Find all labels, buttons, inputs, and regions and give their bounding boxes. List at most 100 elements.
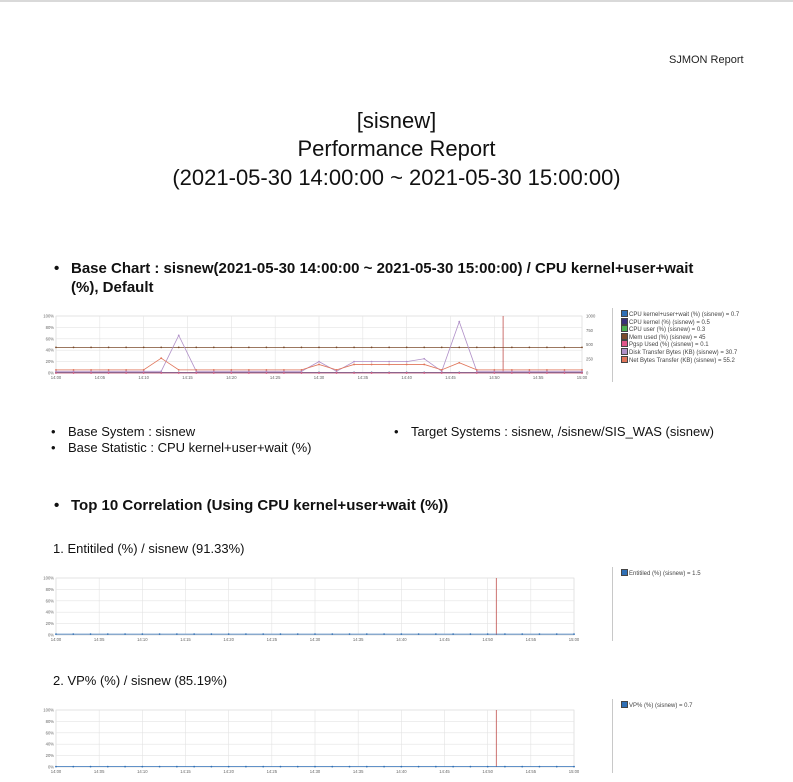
data-point [314,765,316,768]
legend-label: VP% (%) (sisnew) = 0.7 [629,703,693,709]
x-tick-label: 14:50 [482,637,493,642]
data-point [55,372,57,374]
y-tick-label: 60% [46,598,55,603]
data-point [348,633,351,636]
y-tick-label: 60% [46,336,55,341]
data-point [546,372,548,374]
y-tick-label: 80% [46,719,55,724]
data-point [370,346,373,349]
data-point [388,372,391,374]
data-point [90,368,92,371]
y-tick-label: 40% [46,742,55,747]
x-tick-label: 14:25 [270,375,281,380]
y-tick-label: 100% [43,708,54,713]
data-point [475,346,478,349]
x-tick-label: 14:25 [267,637,278,642]
data-point [125,368,128,371]
base-chart-heading-line1: Base Chart : sisnew(2021-05-30 14:00:00 … [71,260,694,277]
data-point [528,368,531,371]
base-chart: 0%20%40%60%80%100%0250500750100014:00 14:… [43,314,596,381]
data-point [55,346,57,349]
data-point [72,346,75,349]
legend-item: VP% (%) (sisnew) = 0.7 [621,701,693,710]
y-tick-label: 80% [46,325,55,330]
data-point [89,765,92,768]
data-point [493,372,496,374]
x-tick-label: 14:30 [314,375,325,380]
data-point [383,765,385,768]
data-point [300,368,303,371]
data-point [227,765,230,768]
legend-swatch [621,325,628,333]
data-point [335,346,338,349]
data-point [247,372,250,374]
x-tick-label: 14:50 [489,375,500,380]
correlation-chart-2: 0%20%40%60%80%100%14:00 14:05 14:10 14:15 14… [43,708,580,775]
data-point [195,368,198,371]
data-point [563,368,566,371]
x-tick-label: 14:35 [358,375,369,380]
data-point [353,363,355,366]
data-point [555,765,558,768]
data-point [160,357,163,360]
data-point [107,346,110,349]
data-point [72,765,75,768]
y-tick-label: 20% [46,753,55,758]
legend-swatch [621,701,628,708]
x-tick-label: 14:30 [310,637,321,642]
data-point [177,346,180,349]
x-tick-label: 14:55 [533,375,544,380]
data-point [106,765,109,768]
x-tick-label: 14:55 [526,637,537,642]
data-point [538,633,541,636]
data-point [510,368,513,371]
data-point [283,346,285,349]
x-tick-label: 14:35 [353,637,364,642]
legend-swatch [621,332,628,340]
data-point [230,346,233,349]
data-point [177,372,180,374]
base-system-item: • Base System : sisnew [51,424,196,440]
data-point [469,765,472,768]
data-point [142,346,145,349]
data-point [193,765,196,768]
data-point [141,633,144,636]
x-tick-label: 14:10 [137,637,148,642]
data-point [124,633,126,636]
x-tick-label: 14:30 [310,769,321,774]
data-point [90,372,92,374]
x-tick-label: 15:00 [577,375,588,380]
target-systems-item: • Target Systems : sisnew, /sisnew/SIS_W… [394,424,714,440]
legend-label: Net Bytes Transfer (KB) (sisnew) = 55.2 [629,357,735,364]
data-point [538,765,541,768]
data-point [265,346,268,349]
data-point [510,346,513,349]
data-point [331,765,334,768]
data-point [528,372,531,374]
x-tick-label: 14:45 [439,637,450,642]
y2-tick-label: 1000 [586,314,596,319]
legend-swatch [621,340,628,348]
data-point [331,633,334,636]
y2-tick-label: 750 [586,328,594,333]
data-point [423,372,426,374]
data-point [300,346,303,349]
data-point [55,765,57,768]
data-point [55,368,57,371]
bullet-dot: • [54,260,60,277]
data-point [212,368,215,371]
x-tick-label: 14:55 [526,769,537,774]
data-point [247,346,250,349]
base-system-text: Base System : sisnew [68,424,196,439]
x-tick-label: 14:20 [223,769,234,774]
data-point [417,633,420,636]
data-point [388,360,391,363]
correlation-chart-2-legend: VP% (%) (sisnew) = 0.7 [612,699,788,773]
data-point [475,368,478,371]
data-point [212,372,215,374]
x-tick-label: 14:00 [51,637,62,642]
data-point [158,633,161,636]
report-title-system: [sisnew] [356,108,437,133]
x-tick-label: 14:40 [396,769,407,774]
data-point [493,346,496,349]
